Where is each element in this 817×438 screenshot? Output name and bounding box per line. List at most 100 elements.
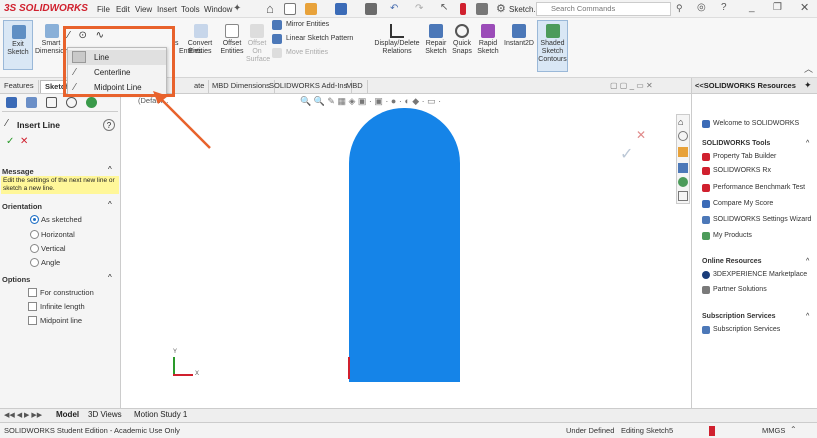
message-header[interactable]: Message	[2, 167, 34, 176]
close-icon[interactable]: ✕	[800, 1, 809, 14]
tab-3d-views[interactable]: 3D Views	[88, 410, 122, 419]
shaded-sketch-contours-button[interactable]: Shaded Sketch Contours	[537, 20, 568, 72]
offset-on-surface-button[interactable]: Offset On Surface	[246, 20, 270, 70]
minimize-icon[interactable]: _	[749, 2, 755, 13]
tab-add-ins[interactable]: SOLIDWORKS Add-Ins	[265, 80, 353, 93]
design-library-icon[interactable]	[678, 131, 688, 141]
collapse-orientation-icon[interactable]: ^	[108, 200, 112, 209]
online-resources-header[interactable]: Online Resources	[702, 258, 762, 265]
home-icon[interactable]: ⌂	[266, 1, 274, 16]
checkbox-infinite-length[interactable]	[28, 302, 37, 311]
property-manager-icon[interactable]	[26, 97, 37, 108]
orientation-header[interactable]: Orientation	[2, 202, 42, 211]
subscription-header[interactable]: Subscription Services	[702, 313, 776, 320]
new-document-icon[interactable]	[284, 3, 296, 15]
home-tab-icon[interactable]: ⌂	[678, 117, 683, 127]
collapse-subscription-icon[interactable]: ^	[806, 313, 809, 320]
dimxpert-icon[interactable]	[66, 97, 77, 108]
open-folder-icon[interactable]	[305, 3, 317, 15]
collapse-options-icon[interactable]: ^	[108, 273, 112, 282]
online-link-partner-solutions[interactable]: Partner Solutions	[713, 286, 767, 293]
solidworks-logo[interactable]: 3S SOLIDWORKS	[4, 3, 88, 14]
resources-header[interactable]: <<SOLIDWORKS Resources	[692, 78, 817, 94]
restore-icon[interactable]: ❐	[773, 2, 782, 13]
viewport-window-controls[interactable]: ▢ ▢ _ ▭ ✕	[610, 81, 653, 90]
instant2d-button[interactable]: Instant2D	[502, 20, 536, 70]
rapid-sketch-button[interactable]: Rapid Sketch	[475, 20, 501, 70]
welcome-link[interactable]: Welcome to SOLIDWORKS	[713, 120, 799, 127]
rebuild-status-icon[interactable]	[709, 426, 715, 436]
sketch-shape-fill[interactable]	[349, 108, 460, 382]
collapse-ribbon-icon[interactable]: ︿	[804, 62, 813, 75]
move-entities-button[interactable]: Move Entities	[272, 48, 360, 60]
units-dropdown-icon[interactable]: ⌃	[790, 425, 797, 434]
collapse-online-icon[interactable]: ^	[806, 258, 809, 265]
custom-properties-icon[interactable]	[678, 191, 688, 201]
checkbox-for-construction[interactable]	[28, 288, 37, 297]
appearances-icon[interactable]	[678, 177, 688, 187]
radio-vertical[interactable]	[30, 244, 39, 253]
exit-sketch-button[interactable]: Exit Sketch	[3, 20, 33, 70]
user-icon[interactable]: ◎	[697, 2, 706, 13]
offset-entities-button[interactable]: Offset Entities	[218, 20, 246, 70]
menu-edit[interactable]: Edit	[116, 5, 130, 14]
confirm-corner-check-icon[interactable]: ✓	[620, 144, 633, 164]
cancel-x-icon[interactable]: ✕	[20, 136, 28, 147]
options-header[interactable]: Options	[2, 275, 30, 284]
menu-view[interactable]: View	[135, 5, 152, 14]
ok-check-icon[interactable]: ✓	[6, 136, 14, 147]
tab-motion-study[interactable]: Motion Study 1	[134, 410, 187, 419]
tab-model[interactable]: Model	[56, 410, 79, 419]
tool-link-benchmark[interactable]: Performance Benchmark Test	[713, 184, 805, 191]
menu-window[interactable]: Window	[204, 5, 232, 14]
tab-nav-arrows[interactable]: ◀◀ ◀ ▶ ▶▶	[4, 411, 42, 419]
options-gear-icon[interactable]: ⚙	[496, 2, 506, 15]
online-link-marketplace[interactable]: 3DEXPERIENCE Marketplace	[713, 271, 807, 278]
pin-icon[interactable]: ✦	[233, 3, 241, 14]
menu-tools[interactable]: Tools	[181, 5, 200, 14]
search-commands-input[interactable]: Search Commands	[536, 2, 671, 16]
convert-entities-button[interactable]: Convert Entities	[184, 20, 216, 70]
menu-insert[interactable]: Insert	[157, 5, 177, 14]
rebuild-icon[interactable]	[460, 3, 466, 15]
select-arrow-icon[interactable]: ↖	[440, 2, 448, 13]
task-pane-tabs[interactable]: ⌂	[676, 114, 690, 204]
display-delete-relations-button[interactable]: Display/Delete Relations	[372, 20, 422, 70]
view-palette-icon[interactable]	[678, 163, 688, 173]
units-selector[interactable]: MMGS	[762, 426, 785, 435]
collapse-tools-icon[interactable]: ^	[806, 140, 809, 147]
tab-features[interactable]: Features	[0, 80, 39, 93]
file-properties-icon[interactable]	[476, 3, 488, 15]
file-explorer-icon[interactable]	[678, 147, 688, 157]
display-manager-icon[interactable]	[86, 97, 97, 108]
tools-header[interactable]: SOLIDWORKS Tools	[702, 140, 770, 147]
repair-sketch-button[interactable]: Repair Sketch	[423, 20, 449, 70]
checkbox-midpoint-line[interactable]	[28, 316, 37, 325]
tool-link-settings-wizard[interactable]: SOLIDWORKS Settings Wizard	[713, 216, 811, 223]
mirror-entities-button[interactable]: Mirror Entities	[272, 20, 360, 32]
save-icon[interactable]	[335, 3, 347, 15]
confirm-corner-cancel-icon[interactable]: ✕	[636, 128, 646, 142]
radio-horizontal[interactable]	[30, 230, 39, 239]
tab-mbd[interactable]: MBD	[342, 80, 368, 93]
subscription-link[interactable]: Subscription Services	[713, 326, 780, 333]
quick-snaps-button[interactable]: Quick Snaps	[450, 20, 474, 70]
pin-pane-icon[interactable]: ✦	[804, 80, 812, 91]
redo-icon[interactable]: ↷	[415, 3, 423, 14]
help-icon[interactable]: ?	[721, 2, 727, 13]
radio-as-sketched[interactable]	[30, 215, 39, 224]
menu-file[interactable]: File	[97, 5, 110, 14]
configuration-manager-icon[interactable]	[46, 97, 57, 108]
search-icon[interactable]: ⚲	[676, 3, 683, 14]
tool-link-property-tab-builder[interactable]: Property Tab Builder	[713, 153, 776, 160]
print-icon[interactable]	[365, 3, 377, 15]
tool-link-solidworks-rx[interactable]: SOLIDWORKS Rx	[713, 167, 771, 174]
help-button[interactable]: ?	[103, 119, 115, 131]
linear-sketch-pattern-button[interactable]: Linear Sketch Pattern	[272, 34, 372, 46]
feature-manager-icon[interactable]	[6, 97, 17, 108]
tool-link-compare-score[interactable]: Compare My Score	[713, 200, 773, 207]
undo-icon[interactable]: ↶	[390, 3, 398, 14]
radio-angle[interactable]	[30, 258, 39, 267]
collapse-message-icon[interactable]: ^	[108, 165, 112, 174]
tool-link-my-products[interactable]: My Products	[713, 232, 752, 239]
